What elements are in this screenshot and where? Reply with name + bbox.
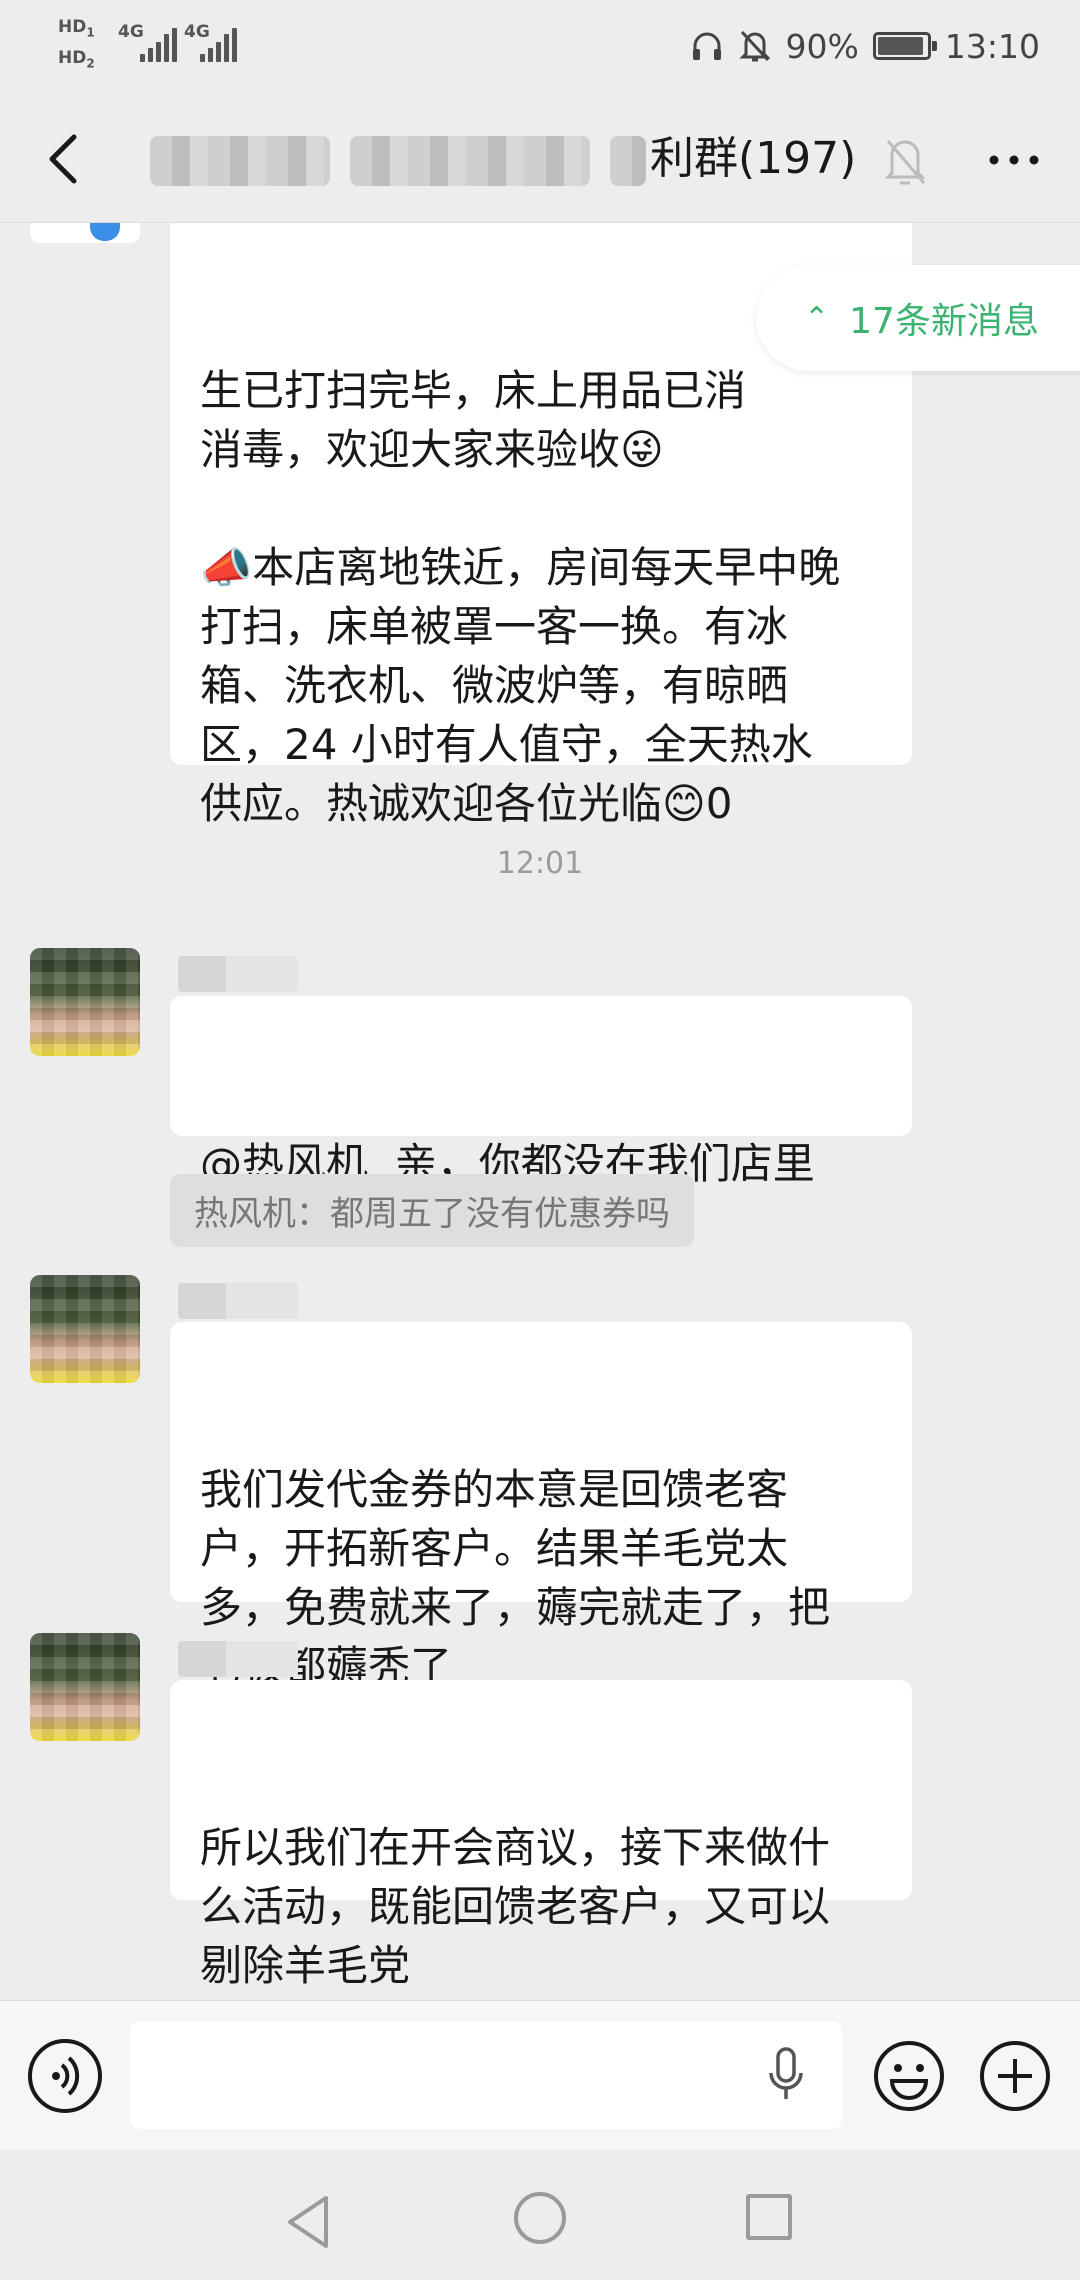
hd-indicator: HD1 HD2: [58, 14, 95, 77]
nav-home-icon[interactable]: [514, 2192, 566, 2244]
voice-waves-icon: [52, 2056, 80, 2096]
status-bar: HD1 HD2 4G 4G 90% 13:10: [0, 0, 1080, 95]
battery-percent: 90%: [785, 26, 859, 66]
battery-icon: [872, 32, 937, 60]
nav-back-icon[interactable]: [280, 2192, 340, 2252]
plus-icon[interactable]: [978, 2039, 1052, 2113]
double-chevron-up-icon: ⌃: [804, 300, 830, 336]
blurred-title-part-2: [350, 136, 590, 186]
chat-header: 利群(197): [0, 95, 1080, 223]
message-bubble-2[interactable]: @热风机 亲，你都没在我们店里 的嘛，天天问代金券😂: [170, 996, 912, 1247]
avatar[interactable]: [30, 223, 140, 243]
message-bubble-3[interactable]: 我们发代金券的本意是回馈老客 户，开拓新客户。结果羊毛党太 多，免费就来了，薅完…: [170, 1322, 912, 1691]
avatar[interactable]: [30, 1275, 140, 1383]
signal-icon-1: [140, 26, 180, 62]
message-text-1: 生已打扫完毕，床上用品已消 消毒，欢迎大家来验收😜 📣本店离地铁近，房间每天早中…: [200, 366, 841, 828]
hd1-sub: 1: [86, 25, 95, 40]
hd1-label: HD: [58, 17, 87, 37]
more-dots-icon[interactable]: [984, 135, 1044, 185]
new-messages-label: 17条新消息: [849, 301, 1039, 342]
nav-recent-icon[interactable]: [746, 2194, 792, 2240]
hd2-label: HD: [58, 48, 87, 69]
chat-area[interactable]: 生已打扫完毕，床上用品已消 消毒，欢迎大家来验收😜 📣本店离地铁近，房间每天早中…: [0, 223, 1080, 2000]
chevron-left-icon[interactable]: [36, 125, 96, 193]
blurred-title-part-1: [150, 136, 330, 186]
sender-name-blurred: [178, 956, 298, 992]
message-text-4: 所以我们在开会商议，接下来做什 么活动，既能回馈老客户，又可以 剔除羊毛党: [200, 1823, 831, 1990]
input-bar: [0, 2000, 1080, 2150]
signal-icon-2: [200, 26, 240, 62]
sender-name-blurred: [178, 1641, 298, 1677]
group-title: 利群(197): [150, 125, 856, 193]
avatar[interactable]: [30, 1633, 140, 1741]
mute-bell-icon: [738, 30, 771, 62]
hd2-sub: 2: [86, 56, 95, 71]
quoted-reply[interactable]: 热风机：都周五了没有优惠券吗: [170, 1174, 694, 1247]
quote-text: 热风机：都周五了没有优惠券吗: [194, 1194, 670, 1234]
voice-toggle-icon[interactable]: [28, 2039, 102, 2113]
message-text-3: 我们发代金券的本意是回馈老客 户，开拓新客户。结果羊毛党太 多，免费就来了，薅完…: [200, 1465, 831, 1691]
emoji-icon[interactable]: [872, 2039, 946, 2113]
new-messages-button[interactable]: ⌃ 17条新消息: [756, 265, 1080, 371]
clock: 13:10: [944, 26, 1040, 66]
status-right: 90% 13:10: [690, 22, 1040, 70]
system-nav-bar: [0, 2150, 1080, 2280]
group-title-text: 利群(197): [650, 133, 857, 184]
avatar[interactable]: [30, 948, 140, 1056]
microphone-icon[interactable]: [766, 2045, 806, 2105]
sender-name-blurred: [178, 1283, 298, 1319]
message-input[interactable]: [130, 2021, 842, 2129]
muted-bell-icon: [884, 140, 926, 185]
message-bubble-4[interactable]: 所以我们在开会商议，接下来做什 么活动，既能回馈老客户，又可以 剔除羊毛党: [170, 1680, 912, 1990]
blurred-title-part-3: [610, 136, 646, 186]
headphones-icon: [692, 32, 721, 60]
timestamp: 12:01: [496, 846, 584, 881]
